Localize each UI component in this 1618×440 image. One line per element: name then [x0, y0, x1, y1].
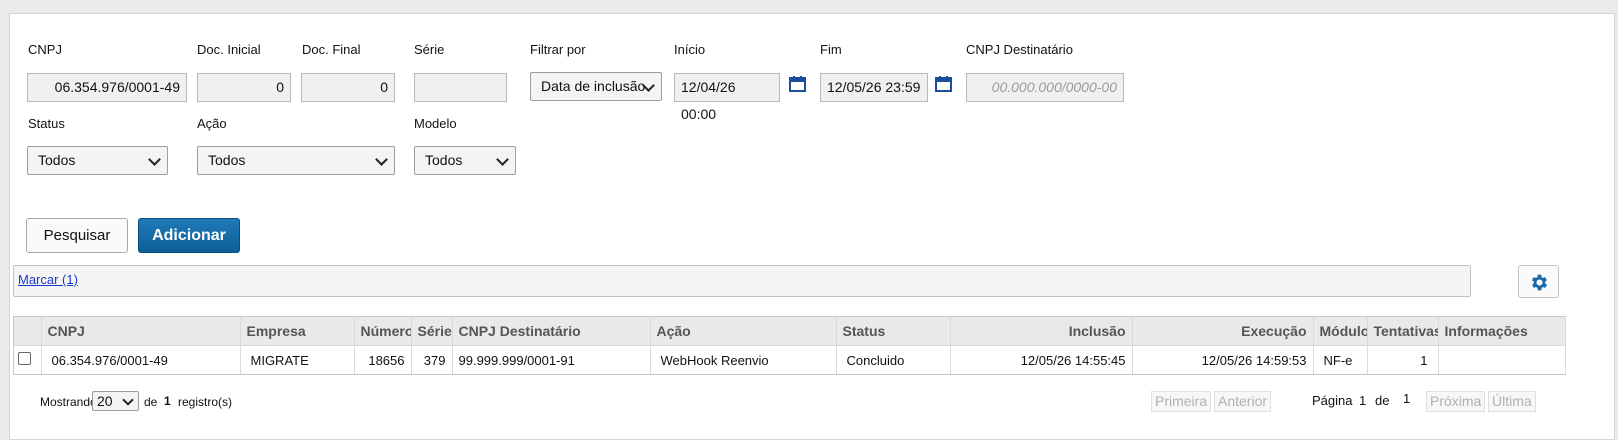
inicio-input[interactable]: 12/04/26 00:00	[674, 73, 780, 122]
cell-cnpj-destinatario: 99.999.999/0001-91	[452, 345, 651, 374]
col-cnpj[interactable]: CNPJ	[41, 317, 241, 346]
modelo-select[interactable]: Todos	[414, 146, 516, 175]
total-pages: 1	[1403, 391, 1411, 406]
cell-cnpj: 06.354.976/0001-49	[41, 345, 241, 374]
col-execucao[interactable]: Execução	[1132, 317, 1314, 346]
chevron-down-icon	[375, 153, 388, 166]
serie-label: Série	[414, 42, 445, 57]
col-informacoes[interactable]: Informações	[1438, 317, 1566, 346]
chevron-down-icon	[122, 394, 134, 406]
calendar-icon[interactable]	[935, 76, 952, 92]
current-page: 1	[1359, 393, 1367, 408]
de-pages-label: de	[1375, 393, 1390, 408]
col-acao[interactable]: Ação	[650, 317, 837, 346]
doc-inicial-label: Doc. Inicial	[197, 42, 261, 57]
status-value: Todos	[38, 152, 76, 168]
cell-status: Concluido	[836, 345, 951, 374]
total-records: 1	[164, 394, 171, 408]
inicio-label: Início	[674, 42, 706, 57]
filtrar-por-select[interactable]: Data de inclusão	[530, 72, 662, 101]
cell-numero: 18656	[354, 345, 412, 374]
col-serie[interactable]: Série	[411, 317, 453, 346]
page-size-select[interactable]: 20	[92, 391, 139, 411]
cell-inclusao: 12/05/26 14:55:45	[950, 345, 1133, 374]
col-tentativas[interactable]: Tentativas	[1367, 317, 1439, 346]
selection-toolbar	[13, 265, 1471, 297]
doc-final-input[interactable]: 0	[301, 73, 395, 102]
acao-select[interactable]: Todos	[197, 146, 395, 175]
pagina-label: Página	[1312, 393, 1353, 408]
pesquisar-button[interactable]: Pesquisar	[26, 218, 128, 253]
cell-acao: WebHook Reenvio	[650, 345, 837, 374]
col-numero[interactable]: Número	[354, 317, 412, 346]
col-inclusao[interactable]: Inclusão	[950, 317, 1133, 346]
select-column-header	[14, 317, 42, 346]
page-size-value: 20	[97, 393, 113, 409]
col-empresa[interactable]: Empresa	[240, 317, 355, 346]
cell-execucao: 12/05/26 14:59:53	[1132, 345, 1314, 374]
settings-button[interactable]	[1518, 265, 1559, 298]
registros-label: registro(s)	[178, 395, 233, 409]
modelo-value: Todos	[425, 152, 463, 168]
cnpj-destinatario-input[interactable]: 00.000.000/0000-00	[966, 73, 1124, 102]
fim-label: Fim	[820, 42, 842, 57]
ultima-button[interactable]: Última	[1488, 391, 1536, 412]
acao-value: Todos	[208, 152, 246, 168]
primeira-button[interactable]: Primeira	[1151, 391, 1212, 412]
col-status[interactable]: Status	[836, 317, 951, 346]
de-label: de	[144, 395, 158, 409]
adicionar-button[interactable]: Adicionar	[138, 218, 240, 253]
cnpj-destinatario-label: CNPJ Destinatário	[966, 42, 1073, 57]
fim-input[interactable]: 12/05/26 23:59	[820, 73, 928, 102]
acao-label: Ação	[197, 116, 227, 131]
cnpj-label: CNPJ	[28, 42, 62, 57]
cnpj-input[interactable]: 06.354.976/0001-49	[27, 73, 187, 102]
cell-modulo: NF-e	[1313, 345, 1368, 374]
cell-informacoes	[1438, 345, 1566, 374]
col-cnpj-destinatario[interactable]: CNPJ Destinatário	[452, 317, 651, 346]
filtrar-por-label: Filtrar por	[530, 42, 586, 57]
status-label: Status	[28, 116, 65, 131]
calendar-icon[interactable]	[789, 76, 806, 92]
modelo-label: Modelo	[414, 116, 457, 131]
doc-inicial-input[interactable]: 0	[197, 73, 291, 102]
gear-icon	[1531, 274, 1548, 291]
filtrar-por-value: Data de inclusão	[541, 78, 646, 94]
cell-serie: 379	[411, 345, 453, 374]
col-modulo[interactable]: Módulo	[1313, 317, 1368, 346]
mostrando-label: Mostrando	[40, 395, 97, 409]
chevron-down-icon	[496, 153, 509, 166]
proxima-button[interactable]: Próxima	[1426, 391, 1486, 412]
cell-empresa: MIGRATE	[240, 345, 355, 374]
row-checkbox-cell	[14, 345, 42, 374]
doc-final-label: Doc. Final	[302, 42, 361, 57]
chevron-down-icon	[148, 153, 161, 166]
table-header-row: CNPJ Empresa Número Série CNPJ Destinatá…	[14, 317, 1566, 346]
results-table: CNPJ Empresa Número Série CNPJ Destinatá…	[14, 317, 1566, 374]
serie-input[interactable]	[414, 73, 507, 102]
marcar-link[interactable]: Marcar (1)	[18, 272, 78, 287]
row-checkbox[interactable]	[18, 352, 31, 365]
status-select[interactable]: Todos	[27, 146, 168, 175]
cell-tentativas: 1	[1367, 345, 1439, 374]
anterior-button[interactable]: Anterior	[1214, 391, 1272, 412]
table-row[interactable]: 06.354.976/0001-49 MIGRATE 18656 379 99.…	[14, 345, 1566, 374]
